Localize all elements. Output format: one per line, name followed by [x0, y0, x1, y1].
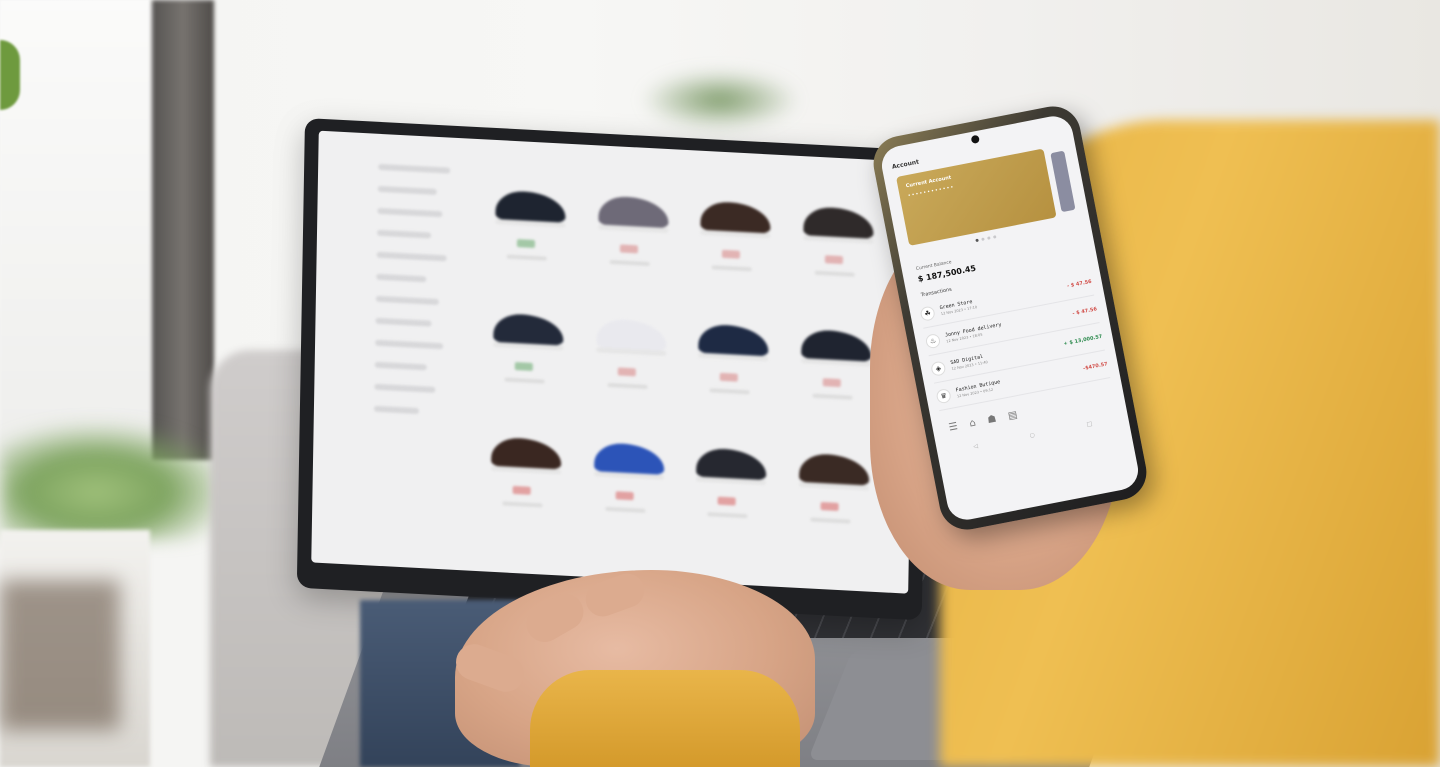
- product-card[interactable]: [484, 303, 578, 421]
- product-caption: [709, 388, 750, 395]
- plant-blur-far: [640, 70, 800, 130]
- shoe-image: [593, 441, 665, 476]
- shoe-image: [800, 329, 872, 363]
- product-caption: [812, 393, 853, 401]
- product-caption: [506, 254, 547, 261]
- shoe-image: [700, 200, 771, 235]
- pager-dot[interactable]: [975, 238, 979, 243]
- cards-icon[interactable]: ▤: [1007, 409, 1018, 422]
- app-header: Account: [891, 158, 920, 171]
- account-card[interactable]: Current Account ••••••••••••: [896, 148, 1057, 246]
- price-tag: [619, 244, 638, 254]
- product-card[interactable]: [584, 431, 678, 549]
- card-pager: [975, 235, 997, 243]
- shoe-image: [595, 318, 667, 353]
- cabinet-shadow: [0, 580, 120, 730]
- shoe-image: [802, 206, 874, 240]
- price-tag: [717, 496, 736, 506]
- price-tag: [721, 249, 741, 259]
- product-caption: [814, 270, 855, 277]
- home-circle-icon[interactable]: ○: [1029, 431, 1035, 439]
- shoe-image: [696, 447, 767, 481]
- back-icon[interactable]: ◁: [973, 442, 979, 450]
- shoe-image: [491, 436, 562, 471]
- pager-dot[interactable]: [992, 235, 997, 239]
- recent-icon[interactable]: □: [1086, 420, 1093, 428]
- price-tag: [820, 501, 839, 511]
- product-caption: [604, 506, 645, 513]
- camera-notch: [970, 134, 980, 145]
- price-tag: [719, 373, 738, 383]
- leaf-icon: ☘: [919, 304, 936, 322]
- plant-leaf: [0, 40, 20, 110]
- price-tag: [617, 367, 636, 377]
- product-caption: [502, 501, 543, 508]
- transaction-amount: - $ 47.56: [1071, 305, 1098, 317]
- product-card[interactable]: [691, 190, 785, 308]
- transaction-amount: -$470.57: [1082, 360, 1109, 372]
- pager-dot[interactable]: [987, 236, 991, 240]
- shoe-image: [493, 313, 564, 347]
- product-caption: [707, 511, 748, 518]
- transaction-amount: - $ 47.56: [1066, 278, 1093, 289]
- product-grid: [482, 180, 888, 561]
- laptop-display: [311, 130, 916, 594]
- next-card-peek[interactable]: [1050, 150, 1076, 213]
- price-tag: [514, 362, 533, 372]
- product-caption: [607, 383, 648, 390]
- home-icon[interactable]: ⌂: [968, 417, 976, 429]
- price-tag: [615, 490, 634, 500]
- product-card[interactable]: [794, 196, 888, 314]
- menu-icon[interactable]: ☰: [948, 421, 959, 434]
- bank-icon[interactable]: ☗: [986, 413, 997, 426]
- hat-icon: ♛: [935, 387, 952, 404]
- product-card[interactable]: [482, 426, 576, 544]
- price-tag: [822, 378, 841, 388]
- shop-sidebar: [372, 163, 469, 548]
- shoe-image: [597, 195, 669, 230]
- digital-icon: ◈: [930, 359, 947, 377]
- pager-dot[interactable]: [981, 237, 985, 241]
- shoe-image: [495, 190, 566, 224]
- price-tag: [824, 255, 843, 265]
- price-tag: [516, 239, 536, 249]
- window-light: [0, 0, 150, 470]
- window-frame: [152, 0, 214, 460]
- plant-blur: [0, 420, 240, 540]
- price-tag: [512, 485, 531, 495]
- laptop-screen: [296, 118, 930, 621]
- sweater-left: [530, 670, 800, 767]
- product-card[interactable]: [586, 308, 680, 426]
- product-caption: [609, 259, 650, 267]
- food-icon: ♨: [924, 332, 942, 349]
- product-card[interactable]: [687, 437, 781, 555]
- shoe-image: [698, 323, 769, 358]
- product-caption: [504, 377, 545, 384]
- product-card[interactable]: [789, 442, 883, 560]
- product-card[interactable]: [486, 180, 580, 298]
- product-caption: [809, 517, 850, 524]
- transaction-amount: + $ 13,000.57: [1063, 333, 1103, 347]
- product-caption: [711, 265, 752, 272]
- product-card[interactable]: [689, 314, 783, 432]
- product-card[interactable]: [589, 185, 683, 303]
- shoe-image: [798, 452, 870, 487]
